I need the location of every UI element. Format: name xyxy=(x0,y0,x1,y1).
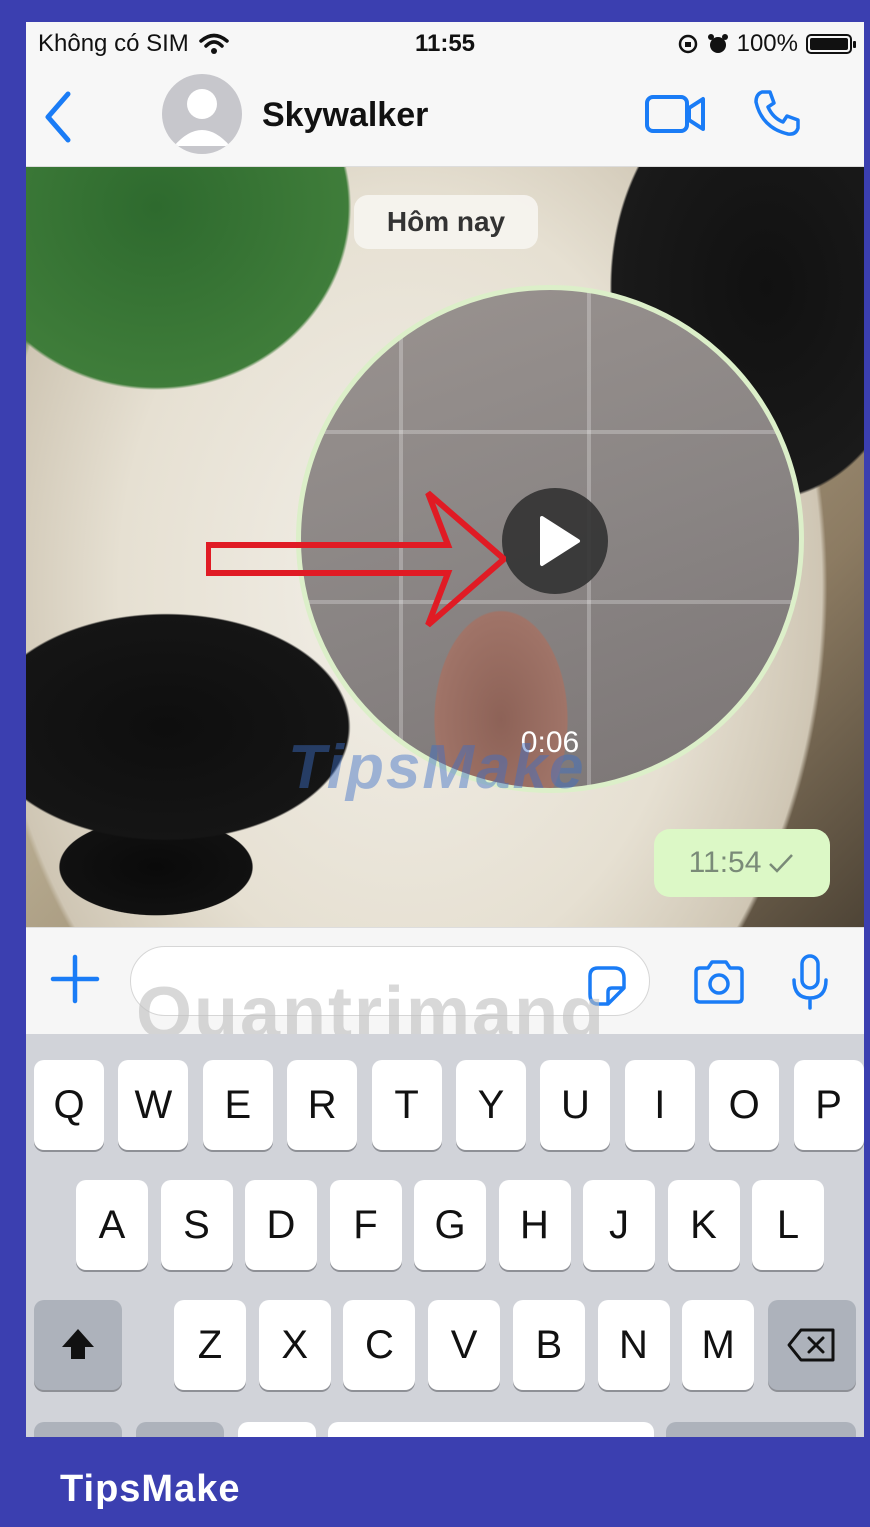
backspace-icon xyxy=(787,1328,835,1362)
key-h[interactable]: H xyxy=(498,1180,571,1270)
bottom-key-emoji[interactable] xyxy=(136,1422,224,1437)
message-input-bar: Quantrimang xyxy=(26,927,864,1053)
key-f[interactable]: F xyxy=(329,1180,402,1270)
orientation-lock-icon xyxy=(678,34,697,54)
key-b[interactable]: B xyxy=(512,1300,585,1390)
key-s[interactable]: S xyxy=(160,1180,233,1270)
bottom-key-left[interactable] xyxy=(34,1422,122,1437)
microphone-icon[interactable] xyxy=(790,954,830,1010)
back-chevron-icon[interactable] xyxy=(40,90,74,144)
key-a[interactable]: A xyxy=(76,1180,148,1270)
key-j[interactable]: J xyxy=(583,1180,655,1270)
key-p[interactable]: P xyxy=(793,1060,864,1150)
return-key[interactable] xyxy=(666,1422,856,1437)
key-x[interactable]: X xyxy=(258,1300,331,1390)
footer-brand: TipsMake xyxy=(60,1468,241,1510)
key-o[interactable]: O xyxy=(709,1060,780,1150)
message-time: 11:54 xyxy=(688,846,762,879)
key-l[interactable]: L xyxy=(752,1180,824,1270)
key-e[interactable]: E xyxy=(202,1060,273,1150)
key-g[interactable]: G xyxy=(414,1180,486,1270)
play-button[interactable] xyxy=(502,488,608,594)
camera-icon[interactable] xyxy=(692,960,746,1004)
key-y[interactable]: Y xyxy=(456,1060,526,1150)
key-z[interactable]: Z xyxy=(174,1300,246,1390)
avatar[interactable] xyxy=(162,74,242,154)
bottom-key-globe[interactable] xyxy=(238,1422,316,1437)
chat-area: Hôm nay 0:06 TipsMake 11:54 xyxy=(26,167,864,927)
space-key[interactable] xyxy=(328,1422,654,1437)
key-q[interactable]: Q xyxy=(34,1060,104,1150)
key-r[interactable]: R xyxy=(287,1060,358,1150)
person-silhouette-icon xyxy=(174,89,230,146)
message-bubble[interactable]: 11:54 xyxy=(654,829,830,897)
watermark-tipsmake: TipsMake xyxy=(288,733,586,802)
chat-header: Skywalker xyxy=(26,66,864,167)
battery-percent: 100% xyxy=(736,30,798,57)
status-bar: Không có SIM 11:55 100% xyxy=(26,22,864,66)
alarm-icon xyxy=(707,34,728,53)
key-d[interactable]: D xyxy=(245,1180,317,1270)
play-icon xyxy=(540,516,580,566)
shift-icon xyxy=(62,1329,94,1359)
key-v[interactable]: V xyxy=(428,1300,501,1390)
plus-icon[interactable] xyxy=(50,954,100,1004)
delete-key[interactable] xyxy=(768,1300,856,1390)
key-n[interactable]: N xyxy=(597,1300,670,1390)
date-separator: Hôm nay xyxy=(354,195,538,249)
annotation-arrow-icon xyxy=(206,490,506,628)
phone-screen: Không có SIM 11:55 100% Skywalker Hôm na… xyxy=(26,22,864,1437)
key-u[interactable]: U xyxy=(540,1060,611,1150)
key-c[interactable]: C xyxy=(343,1300,416,1390)
shift-key[interactable] xyxy=(34,1300,122,1390)
keyboard: QWERTYUIOP ASDFGHJKL ZXCVBNM xyxy=(26,1034,864,1437)
contact-name[interactable]: Skywalker xyxy=(262,96,428,135)
key-m[interactable]: M xyxy=(682,1300,755,1390)
sent-check-icon xyxy=(769,854,794,873)
key-w[interactable]: W xyxy=(118,1060,189,1150)
key-t[interactable]: T xyxy=(371,1060,442,1150)
key-i[interactable]: I xyxy=(624,1060,695,1150)
video-call-icon[interactable] xyxy=(644,94,706,134)
key-k[interactable]: K xyxy=(667,1180,740,1270)
battery-icon xyxy=(806,34,856,54)
phone-call-icon[interactable] xyxy=(752,88,802,138)
